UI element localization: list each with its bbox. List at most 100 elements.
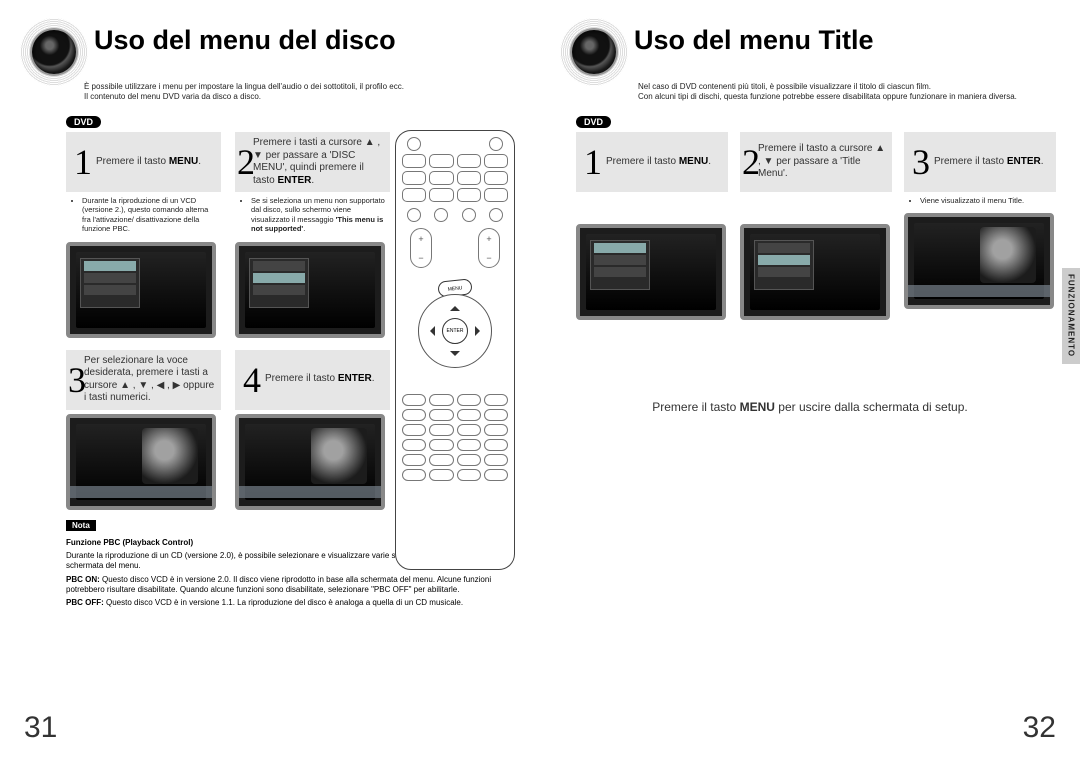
tv-screenshot [576,224,726,320]
remote-button [457,394,481,406]
footer-note: Premere il tasto MENU per uscire dalla s… [560,400,1060,414]
step-3: 3 Premere il tasto ENTER. Viene visualiz… [904,132,1056,320]
step-2: 2 Premere i tasti a cursore ▲ , ▼ per pa… [235,132,390,338]
remote-button [484,424,508,436]
remote-button [489,208,503,222]
step-note-text: Se si seleziona un menu non supportato d… [251,196,388,234]
remote-control-illustration: +− +− MENU ENTER [395,130,515,570]
remote-dpad: ENTER [418,294,492,368]
nota-p2: PBC ON: Questo disco VCD è in versione 2… [66,575,506,596]
dvd-badge-right: DVD [576,116,611,128]
remote-button [402,171,426,185]
subtitle-line1: Nel caso di DVD contenenti più titoli, è… [638,82,931,91]
step-text: Premere il tasto ENTER. [934,156,1044,169]
steps-grid-left: 1 Premere il tasto MENU. Durante la ripr… [66,132,406,510]
remote-button [484,154,508,168]
remote-button [429,424,453,436]
remote-button [402,394,426,406]
arrow-up-icon [450,301,460,311]
remote-button [457,188,481,202]
remote-button [484,469,508,481]
nota-p3: PBC OFF: Questo disco VCD è in versione … [66,598,506,608]
remote-button [484,394,508,406]
tv-screenshot [235,242,385,338]
page-32: Uso del menu Title Nel caso di DVD conte… [540,0,1080,763]
step-text: Premere il tasto MENU. [606,156,711,169]
remote-button [484,409,508,421]
step-num: 4 [237,362,265,398]
tv-screenshot [66,242,216,338]
step-text: Premere il tasto ENTER. [265,373,375,386]
remote-button [484,188,508,202]
nota-heading: Funzione PBC (Playback Control) [66,538,193,547]
remote-button [429,171,453,185]
remote-power-icon [407,137,421,151]
remote-button [457,171,481,185]
remote-button [407,208,421,222]
nota-p2-label: PBC ON: [66,575,100,584]
step-text: Per selezionare la voce desiderata, prem… [84,355,215,405]
step-note: Durante la riproduzione di un VCD (versi… [66,192,221,238]
step-2: 2 Premere il tasto a cursore ▲ , ▼ per p… [740,132,892,320]
arrow-down-icon [450,351,460,361]
remote-button [402,469,426,481]
remote-rocker: +− [478,228,500,268]
step-text: Premere il tasto a cursore ▲ , ▼ per pas… [758,143,886,181]
remote-button [402,439,426,451]
step-num: 3 [68,362,84,398]
remote-enter-button: ENTER [442,318,468,344]
remote-button [402,154,426,168]
page-number-left: 31 [24,711,57,745]
step-note-text: Durante la riproduzione di un VCD (versi… [82,196,219,234]
step-num: 3 [906,144,934,180]
step-4: 4 Premere il tasto ENTER. [235,350,390,510]
steps-row-right: 1 Premere il tasto MENU. 2 Premere il ta… [576,132,1060,320]
arrow-left-icon [425,326,435,336]
remote-button [429,154,453,168]
remote-rocker: +− [410,228,432,268]
remote-button [434,208,448,222]
step-num: 1 [578,144,606,180]
remote-button [429,409,453,421]
page-number-right: 32 [1023,711,1056,745]
tv-screenshot [904,213,1054,309]
speaker-icon [20,18,88,86]
remote-button [489,137,503,151]
nota-p3-text: Questo disco VCD è in versione 1.1. La r… [104,598,463,607]
step-1: 1 Premere il tasto MENU. Durante la ripr… [66,132,221,338]
remote-button [484,454,508,466]
remote-button [429,439,453,451]
remote-button [429,469,453,481]
nota-p2-text: Questo disco VCD è in versione 2.0. Il d… [66,575,491,594]
dvd-badge-left: DVD [66,116,101,128]
subtitle-line2: Il contenuto del menu DVD varia da disco… [84,92,261,101]
remote-button [457,454,481,466]
section-tab: FUNZIONAMENTO [1062,268,1080,364]
step-text: Premere il tasto MENU. [96,156,201,169]
subtitle-line2: Con alcuni tipi di dischi, questa funzio… [638,92,1017,101]
remote-button [402,424,426,436]
step-text: Premere i tasti a cursore ▲ , ▼ per pass… [253,137,384,187]
remote-button [457,409,481,421]
remote-button [402,454,426,466]
tv-screenshot [66,414,216,510]
page-subtitle-left: È possibile utilizzare i menu per impost… [84,82,520,102]
subtitle-line1: È possibile utilizzare i menu per impost… [84,82,404,91]
remote-button [457,469,481,481]
remote-button [457,154,481,168]
step-note: Se si seleziona un menu non supportato d… [235,192,390,238]
remote-button [429,188,453,202]
tv-screenshot [740,224,890,320]
speaker-icon [560,18,628,86]
remote-button [429,454,453,466]
remote-button [457,439,481,451]
page-title-right: Uso del menu Title [634,18,874,54]
nota-label: Nota [66,520,96,531]
step-num: 2 [237,144,253,180]
remote-button [484,171,508,185]
remote-button [402,188,426,202]
page-31: Uso del menu del disco È possibile utili… [0,0,540,763]
page-subtitle-right: Nel caso di DVD contenenti più titoli, è… [638,82,1060,102]
remote-button [484,439,508,451]
remote-button [457,424,481,436]
